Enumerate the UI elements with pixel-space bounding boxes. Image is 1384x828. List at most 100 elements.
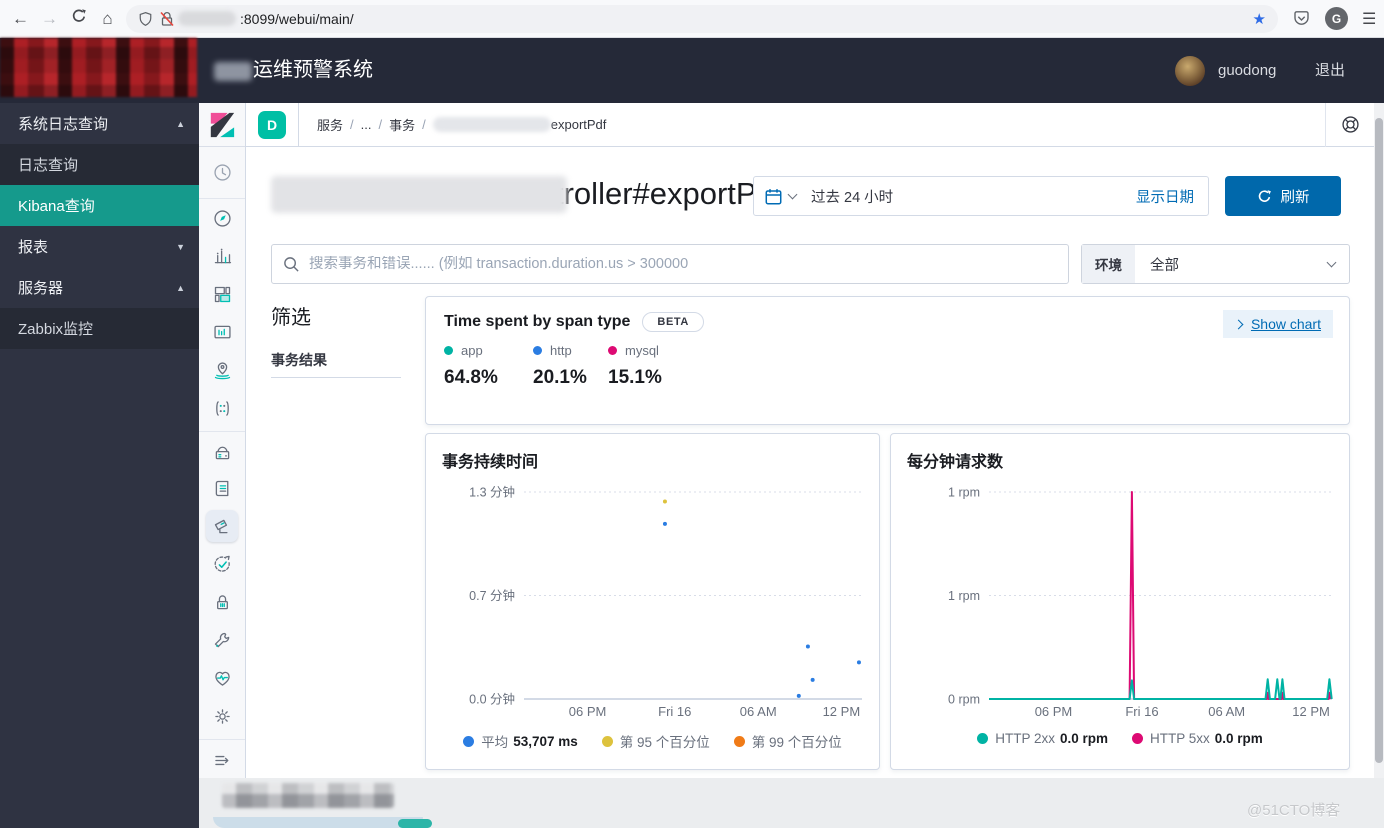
requests-per-minute-card: 每分钟请求数 1 rpm 1 rpm 0 rpm 06 PM Fri 16 06 AM 12… bbox=[890, 433, 1350, 770]
pocket-icon[interactable] bbox=[1292, 10, 1311, 28]
sidebar-item[interactable]: 系统日志查询 ▲ bbox=[0, 103, 199, 144]
sidebar-menu: 系统日志查询 ▲ 日志查询 Kibana查询 报表 ▼ 服务器 ▲ Zabbix监控 bbox=[0, 103, 199, 828]
metrics-icon[interactable] bbox=[199, 431, 245, 469]
machine-learning-icon[interactable] bbox=[199, 389, 245, 427]
refresh-label: 刷新 bbox=[1280, 189, 1310, 206]
legend-value: 0.0 rpm bbox=[1059, 731, 1108, 746]
breadcrumb-services[interactable]: 服务 bbox=[317, 115, 343, 134]
span-type-panel: Time spent by span type BETA Show chart … bbox=[425, 296, 1350, 425]
service-letter-badge: D bbox=[258, 110, 286, 139]
requests-per-minute-chart[interactable]: 1 rpm 1 rpm 0 rpm 06 PM Fri 16 06 AM 12 PM bbox=[907, 478, 1335, 723]
page-title: troller#exportPdf bbox=[271, 172, 782, 216]
management-icon[interactable] bbox=[199, 697, 245, 735]
reload-icon[interactable] bbox=[64, 8, 93, 29]
span-panel-title: Time spent by span type bbox=[444, 313, 631, 330]
apm-icon[interactable] bbox=[199, 507, 245, 545]
breadcrumb-separator: / bbox=[378, 117, 383, 132]
legend-dot-icon bbox=[1132, 733, 1143, 744]
svg-text:12 PM: 12 PM bbox=[823, 704, 861, 719]
stack-monitoring-icon[interactable] bbox=[199, 659, 245, 697]
filter-section-transaction-result: 事务结果 bbox=[271, 352, 327, 368]
dev-tools-icon[interactable] bbox=[199, 621, 245, 659]
span-type-name: app bbox=[461, 343, 483, 358]
calendar-menu-button[interactable] bbox=[754, 177, 807, 215]
scrollbar-thumb[interactable] bbox=[1375, 118, 1383, 763]
chevron-right-icon bbox=[1233, 319, 1244, 329]
sidebar-item[interactable]: Zabbix监控 bbox=[0, 308, 199, 349]
browser-menu-icon[interactable]: ☰ bbox=[1362, 9, 1376, 29]
siem-icon[interactable] bbox=[199, 583, 245, 621]
browser-chrome: ← → ⌂ :8099/webui/main/ ★ G ☰ bbox=[0, 0, 1384, 38]
span-type-mysql: mysql 15.1% bbox=[608, 343, 662, 389]
visualize-icon[interactable] bbox=[199, 237, 245, 275]
svg-text:0 rpm: 0 rpm bbox=[948, 693, 980, 707]
legend-value: 0.0 rpm bbox=[1214, 731, 1263, 746]
shield-permissions-icon[interactable] bbox=[138, 11, 153, 27]
browser-account-avatar[interactable]: G bbox=[1325, 7, 1348, 30]
legend-item: HTTP 2xx 0.0 rpm bbox=[977, 731, 1108, 746]
search-icon bbox=[284, 256, 299, 272]
logs-icon[interactable] bbox=[199, 469, 245, 507]
kibana-logo[interactable] bbox=[199, 103, 245, 147]
breadcrumb-current: exportPdf bbox=[550, 117, 607, 132]
refresh-button[interactable]: 刷新 bbox=[1225, 176, 1341, 216]
bookmark-star-icon[interactable]: ★ bbox=[1253, 10, 1266, 28]
beta-badge: BETA bbox=[642, 312, 704, 332]
span-type-value: 15.1% bbox=[608, 367, 662, 388]
transaction-duration-chart[interactable]: 1.3 分钟 0.7 分钟 0.0 分钟 06 PM Fri 16 06 AM 12 PM bbox=[442, 478, 865, 723]
svg-text:06 AM: 06 AM bbox=[740, 704, 777, 719]
breadcrumb-separator: / bbox=[350, 117, 354, 132]
discover-icon[interactable] bbox=[199, 199, 245, 237]
legend-value: 53,707 ms bbox=[513, 733, 578, 749]
sidebar-item[interactable]: 日志查询 bbox=[0, 144, 199, 185]
legend-dot-icon bbox=[444, 346, 453, 355]
blurred-text bbox=[214, 62, 252, 81]
canvas-icon[interactable] bbox=[199, 313, 245, 351]
user-avatar[interactable] bbox=[1175, 56, 1205, 86]
insecure-lock-icon[interactable] bbox=[160, 11, 174, 27]
blurred-host bbox=[178, 11, 236, 26]
show-dates-link[interactable]: 显示日期 bbox=[1136, 186, 1194, 207]
dashboard-icon[interactable] bbox=[199, 275, 245, 313]
environment-select[interactable]: 环境 全部 bbox=[1081, 244, 1350, 284]
url-text: :8099/webui/main/ bbox=[240, 10, 354, 27]
breadcrumb-ellipsis[interactable]: ... bbox=[361, 117, 372, 132]
sidebar-item-label: 报表 bbox=[18, 239, 49, 256]
sidebar-item[interactable]: 服务器 ▲ bbox=[0, 267, 199, 308]
svg-text:1.3 分钟: 1.3 分钟 bbox=[469, 485, 515, 500]
date-picker[interactable]: 过去 24 小时 显示日期 bbox=[753, 176, 1209, 216]
chart-title: 事务持续时间 bbox=[442, 454, 539, 471]
show-chart-link[interactable]: Show chart bbox=[1222, 310, 1333, 338]
uptime-icon[interactable] bbox=[199, 545, 245, 583]
span-type-value: 20.1% bbox=[533, 367, 587, 388]
divider bbox=[271, 377, 401, 378]
svg-text:06 AM: 06 AM bbox=[1208, 704, 1245, 719]
forward-icon[interactable]: → bbox=[35, 9, 64, 29]
legend-item: HTTP 5xx 0.0 rpm bbox=[1132, 731, 1263, 746]
recently-viewed-icon[interactable] bbox=[199, 154, 245, 192]
show-chart-label: Show chart bbox=[1250, 316, 1321, 332]
time-range-value[interactable]: 过去 24 小时 bbox=[811, 186, 893, 207]
address-bar[interactable]: :8099/webui/main/ ★ bbox=[126, 4, 1278, 33]
breadcrumb-transactions[interactable]: 事务 bbox=[389, 115, 415, 134]
environment-value: 全部 bbox=[1150, 257, 1179, 274]
home-icon[interactable]: ⌂ bbox=[93, 9, 122, 29]
breadcrumb-bar: D 服务 / ... / 事务 / exportPdf bbox=[246, 102, 1384, 147]
legend-item: 第 99 个百分位 bbox=[733, 731, 842, 751]
blurred-logo bbox=[0, 38, 197, 97]
sidebar-item[interactable]: 报表 ▼ bbox=[0, 226, 199, 267]
sidebar-item-label: 系统日志查询 bbox=[18, 116, 109, 133]
collapse-nav-icon[interactable] bbox=[199, 739, 245, 777]
help-icon[interactable] bbox=[1340, 114, 1361, 135]
breadcrumb-separator: / bbox=[422, 117, 426, 132]
search-input[interactable] bbox=[309, 256, 1057, 272]
filter-heading: 筛选 bbox=[271, 307, 311, 329]
legend-dot-icon bbox=[733, 735, 745, 747]
legend-dot-icon bbox=[601, 735, 613, 747]
back-icon[interactable]: ← bbox=[6, 9, 35, 29]
logout-link[interactable]: 退出 bbox=[1315, 38, 1345, 103]
svg-text:06 PM: 06 PM bbox=[1035, 704, 1073, 719]
sidebar-item[interactable]: Kibana查询 bbox=[0, 185, 199, 226]
refresh-icon bbox=[1258, 189, 1271, 202]
maps-icon[interactable] bbox=[199, 351, 245, 389]
